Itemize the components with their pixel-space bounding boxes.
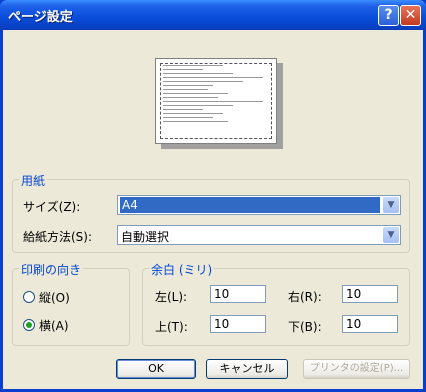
ok-button[interactable]: OK: [116, 359, 196, 379]
page-setup-dialog: ページ設定 ? ✕ 用紙 サイズ(Z): A4 ▼ 給紙方法(S): 自動選択 …: [0, 0, 426, 392]
paper-group: 用紙 サイズ(Z): A4 ▼ 給紙方法(S): 自動選択 ▼: [12, 172, 410, 253]
paper-source-select[interactable]: 自動選択 ▼: [117, 225, 401, 245]
landscape-radio[interactable]: [23, 319, 35, 331]
dialog-client-area: 用紙 サイズ(Z): A4 ▼ 給紙方法(S): 自動選択 ▼ 印刷の向き 縦(…: [3, 30, 423, 389]
margins-group: 余白 (ミリ) 左(L): 10 右(R): 10 上(T): 10 下(B):…: [142, 261, 410, 346]
margin-right-input[interactable]: 10: [342, 285, 398, 303]
title-bar[interactable]: ページ設定 ? ✕: [0, 0, 426, 30]
radio-selected-dot: [26, 322, 32, 328]
portrait-radio[interactable]: [23, 291, 35, 303]
paper-group-legend: 用紙: [19, 172, 48, 189]
margin-left-input[interactable]: 10: [210, 285, 266, 303]
paper-size-select[interactable]: A4 ▼: [117, 195, 401, 215]
page-preview: [155, 58, 277, 144]
margin-bottom-input[interactable]: 10: [342, 315, 398, 333]
margin-top-label: 上(T):: [155, 320, 188, 334]
help-button[interactable]: ?: [378, 5, 399, 26]
paper-source-value: 自動選択: [121, 230, 170, 244]
paper-size-label: サイズ(Z):: [23, 200, 81, 214]
margin-bottom-label: 下(B):: [288, 320, 322, 334]
window-title: ページ設定: [8, 10, 73, 25]
margin-right-label: 右(R):: [288, 290, 322, 304]
orientation-group: 印刷の向き 縦(O) 横(A): [12, 261, 130, 346]
chevron-down-icon[interactable]: ▼: [383, 197, 399, 213]
printer-settings-button[interactable]: プリンタの設定(P)...: [303, 359, 410, 379]
landscape-label[interactable]: 横(A): [39, 317, 69, 334]
cancel-button[interactable]: キャンセル: [206, 359, 288, 379]
margin-left-label: 左(L):: [155, 290, 188, 304]
paper-source-label: 給紙方法(S):: [23, 230, 93, 244]
chevron-down-icon[interactable]: ▼: [383, 227, 399, 243]
preview-text-lines: [163, 65, 263, 125]
orientation-group-legend: 印刷の向き: [19, 261, 84, 278]
paper-size-value: A4: [120, 197, 380, 213]
margin-top-input[interactable]: 10: [210, 315, 266, 333]
close-button[interactable]: ✕: [400, 5, 421, 26]
margins-group-legend: 余白 (ミリ): [149, 261, 215, 278]
portrait-label[interactable]: 縦(O): [39, 289, 70, 306]
